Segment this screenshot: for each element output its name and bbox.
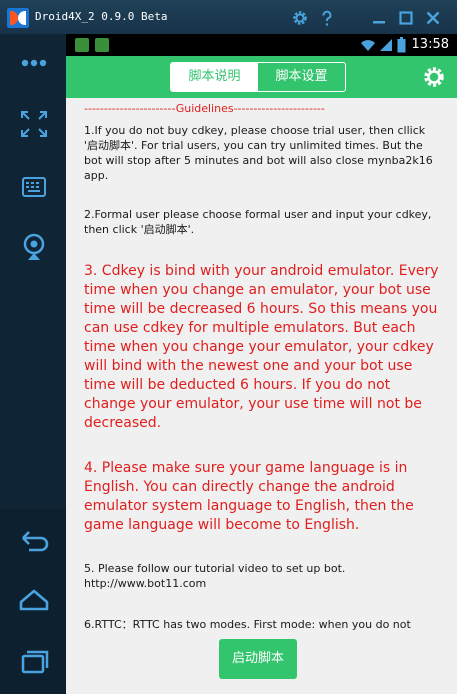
guideline-paragraph-1: 1.If you do not buy cdkey, please choose… (84, 124, 433, 182)
maximize-icon[interactable] (397, 9, 415, 27)
guideline-paragraph-5: 5. Please follow our tutorial video to s… (84, 562, 346, 590)
tab-script-settings[interactable]: 脚本设置 (258, 63, 345, 91)
guidelines-scroll-area[interactable]: -----------------------Guidelines-------… (66, 98, 457, 630)
fullscreen-icon[interactable] (17, 107, 51, 141)
more-icon[interactable] (17, 46, 51, 80)
gear-icon[interactable] (291, 9, 309, 27)
wifi-icon (361, 40, 375, 51)
start-script-button[interactable]: 启动脚本 (219, 639, 297, 679)
recent-apps-icon[interactable] (17, 643, 51, 677)
app-header: 脚本说明 脚本设置 (66, 56, 457, 98)
home-icon[interactable] (17, 582, 51, 616)
window-title: Droid4X_2 0.9.0 Beta (35, 10, 168, 23)
guideline-paragraph-2: 2.Formal user please choose formal user … (84, 208, 432, 236)
close-icon[interactable] (424, 9, 442, 27)
help-icon[interactable] (318, 9, 336, 27)
notification-app-icon (95, 38, 109, 52)
notification-app-icon (75, 38, 89, 52)
window-titlebar: Droid4X_2 0.9.0 Beta (0, 0, 457, 34)
guidelines-heading: -----------------------Guidelines-------… (84, 102, 325, 115)
settings-gear-icon[interactable] (423, 66, 445, 88)
guideline-paragraph-3: 3. Cdkey is bind with your android emula… (84, 263, 439, 431)
keyboard-icon[interactable] (17, 170, 51, 204)
droid4x-logo-icon (7, 8, 29, 28)
signal-icon (380, 39, 392, 51)
navigation-panel (0, 509, 66, 694)
battery-icon (397, 37, 406, 53)
back-icon[interactable] (17, 521, 51, 555)
guideline-paragraph-6: 6.RTTC：RTTC has two modes. First mode: w… (84, 618, 411, 630)
android-statusbar: 13:58 (66, 34, 457, 56)
guideline-paragraph-4: 4. Please make sure your game language i… (84, 460, 414, 533)
tab-group: 脚本说明 脚本设置 (170, 62, 346, 92)
webcam-icon[interactable] (17, 230, 51, 264)
status-clock: 13:58 (411, 37, 449, 52)
minimize-icon[interactable] (370, 9, 388, 27)
tab-script-description[interactable]: 脚本说明 (171, 63, 258, 91)
emulator-sidebar (0, 34, 66, 694)
guidelines-content: -----------------------Guidelines-------… (66, 98, 457, 694)
